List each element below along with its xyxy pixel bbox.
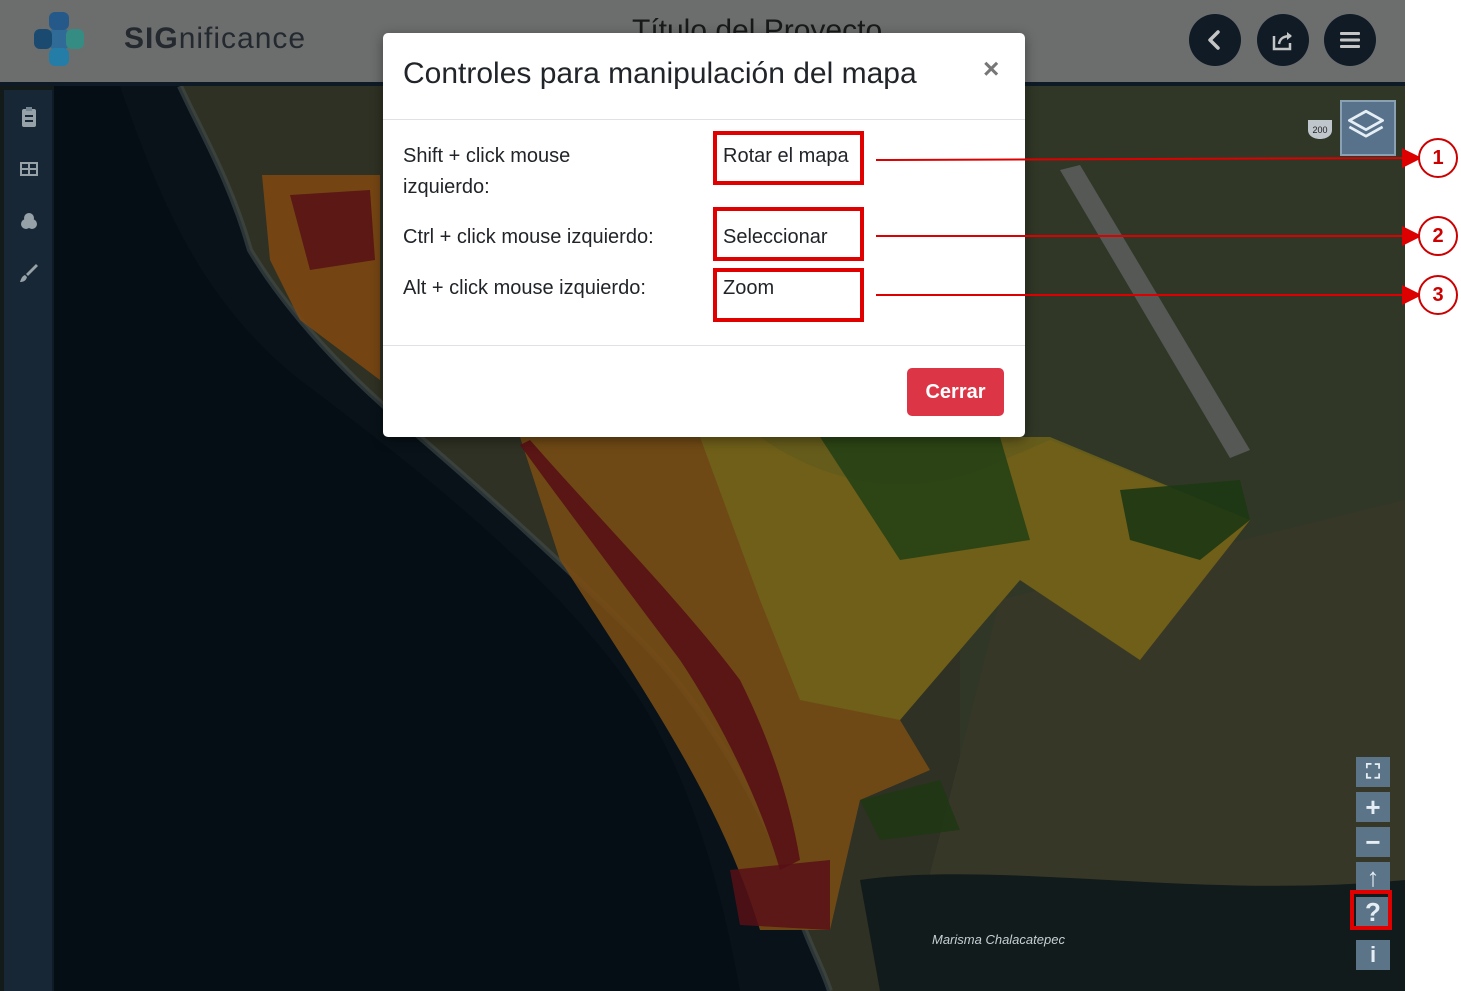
arrow-1	[875, 148, 1422, 169]
callout-1: 1	[1418, 138, 1458, 178]
callout-3: 3	[1418, 275, 1458, 315]
callout-2: 2	[1418, 216, 1458, 256]
annotation-arrows	[875, 148, 1422, 305]
